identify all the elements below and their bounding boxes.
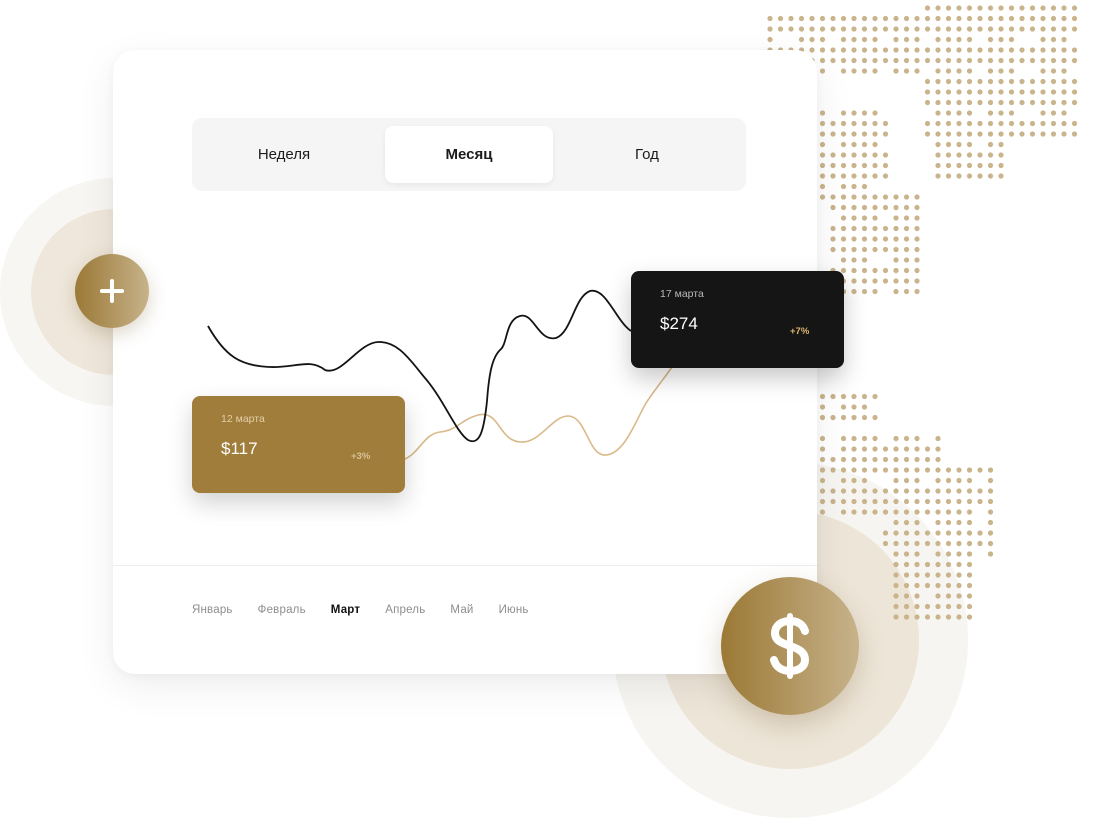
month-may[interactable]: Май bbox=[450, 604, 473, 616]
tab-week[interactable]: Неделя bbox=[200, 126, 368, 183]
tooltip-dark-amount: $274 bbox=[660, 314, 698, 333]
plus-icon bbox=[100, 279, 124, 303]
tooltip-dark-date: 17 марта bbox=[660, 288, 704, 300]
tooltip-gold-change: +3% bbox=[351, 451, 371, 462]
period-tabs: Неделя Месяц Год bbox=[192, 118, 746, 191]
money-button[interactable] bbox=[721, 577, 859, 715]
month-june[interactable]: Июнь bbox=[499, 604, 529, 616]
tooltip-dark: 17 марта $274 +7% bbox=[631, 271, 844, 368]
divider bbox=[113, 565, 817, 566]
month-march[interactable]: Март bbox=[331, 604, 360, 616]
tooltip-gold: 12 марта $117 +3% bbox=[192, 396, 405, 493]
tooltip-gold-date: 12 марта bbox=[221, 413, 265, 425]
month-february[interactable]: Февраль bbox=[258, 604, 306, 616]
month-nav: Январь Февраль Март Апрель Май Июнь bbox=[192, 604, 554, 616]
tab-month[interactable]: Месяц bbox=[385, 126, 553, 183]
tab-year[interactable]: Год bbox=[563, 126, 731, 183]
month-january[interactable]: Январь bbox=[192, 604, 233, 616]
tooltip-dark-change: +7% bbox=[790, 326, 810, 337]
tooltip-gold-amount: $117 bbox=[221, 439, 258, 458]
month-april[interactable]: Апрель bbox=[385, 604, 425, 616]
add-button[interactable] bbox=[75, 254, 149, 328]
dollar-icon bbox=[770, 613, 810, 679]
